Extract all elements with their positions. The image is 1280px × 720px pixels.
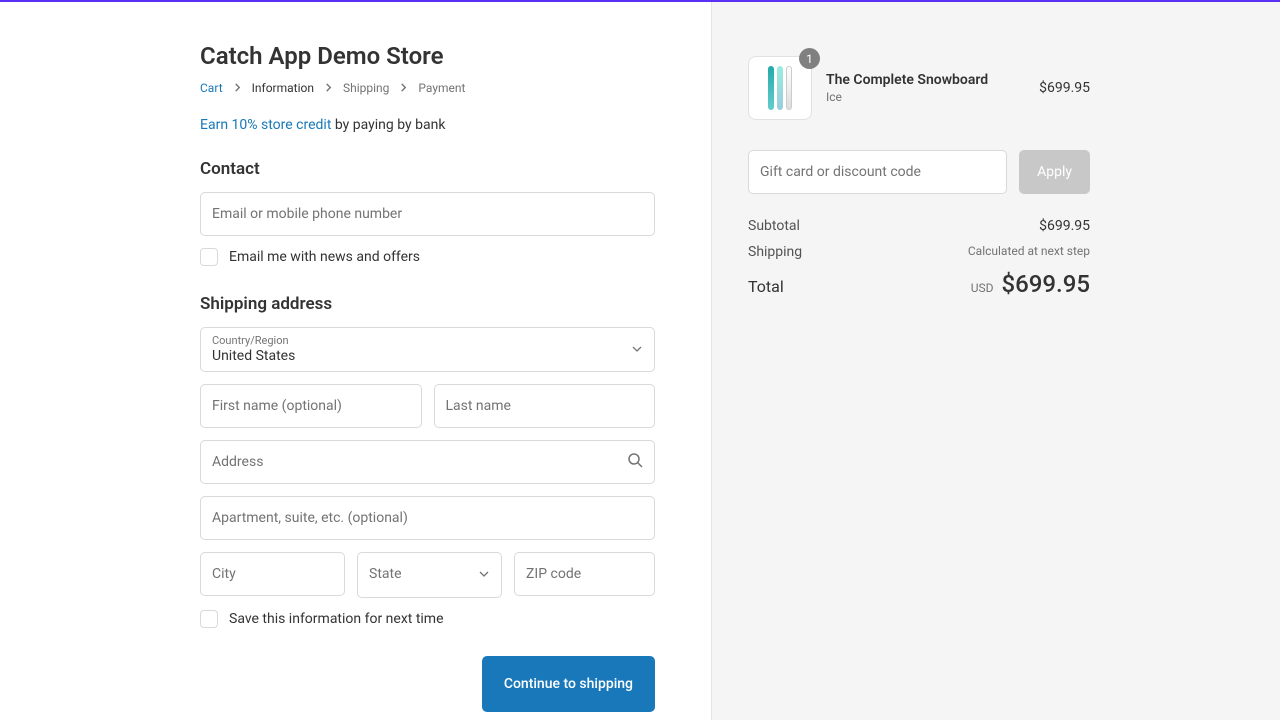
cart-item: 1 The Complete Snowboard Ice $699.95 [748, 56, 1090, 120]
subtotal-value: $699.95 [1039, 218, 1090, 234]
promo-link[interactable]: Earn 10% store credit [200, 117, 331, 133]
promo-text: by paying by bank [331, 117, 445, 133]
store-name: Catch App Demo Store [200, 42, 655, 70]
zip-input[interactable] [514, 552, 655, 596]
address-input[interactable] [200, 440, 655, 484]
item-price: $699.95 [1039, 80, 1090, 96]
shipping-heading: Shipping address [200, 294, 655, 314]
subtotal-label: Subtotal [748, 218, 800, 234]
shipping-cost-value: Calculated at next step [968, 244, 1090, 260]
breadcrumb-information: Information [252, 81, 314, 95]
contact-heading: Contact [200, 159, 655, 179]
email-input[interactable] [200, 192, 655, 236]
chevron-right-icon [324, 81, 333, 95]
breadcrumb: Cart Information Shipping Payment [200, 81, 655, 95]
promo-banner: Earn 10% store credit by paying by bank [200, 117, 655, 133]
email-consent-label: Email me with news and offers [229, 249, 420, 265]
first-name-input[interactable] [200, 384, 422, 428]
checkout-form-panel: Catch App Demo Store Cart Information Sh… [0, 2, 712, 720]
breadcrumb-cart[interactable]: Cart [200, 81, 223, 95]
chevron-right-icon [233, 81, 242, 95]
country-select[interactable]: Country/Region United States [200, 327, 655, 372]
save-info-label: Save this information for next time [229, 611, 444, 627]
total-currency: USD [971, 281, 994, 295]
item-title: The Complete Snowboard [826, 72, 1025, 88]
shipping-cost-label: Shipping [748, 244, 802, 260]
discount-input[interactable] [748, 150, 1007, 194]
city-input[interactable] [200, 552, 345, 596]
last-name-input[interactable] [434, 384, 656, 428]
country-value: United States [212, 348, 643, 364]
state-select[interactable]: State [357, 552, 502, 598]
continue-button[interactable]: Continue to shipping [482, 656, 655, 712]
order-summary-panel: 1 The Complete Snowboard Ice $699.95 App… [712, 2, 1280, 720]
chevron-down-icon [479, 567, 489, 583]
country-label: Country/Region [212, 334, 643, 347]
address2-input[interactable] [200, 496, 655, 540]
chevron-right-icon [399, 81, 408, 95]
email-consent-checkbox[interactable] [200, 248, 218, 266]
save-info-checkbox[interactable] [200, 610, 218, 628]
quantity-badge: 1 [799, 48, 820, 69]
breadcrumb-payment: Payment [418, 81, 465, 95]
state-placeholder: State [369, 566, 402, 582]
breadcrumb-shipping: Shipping [343, 81, 389, 95]
total-label: Total [748, 277, 784, 296]
item-variant: Ice [826, 90, 1025, 104]
apply-button[interactable]: Apply [1019, 150, 1090, 194]
total-value: $699.95 [1001, 270, 1090, 298]
